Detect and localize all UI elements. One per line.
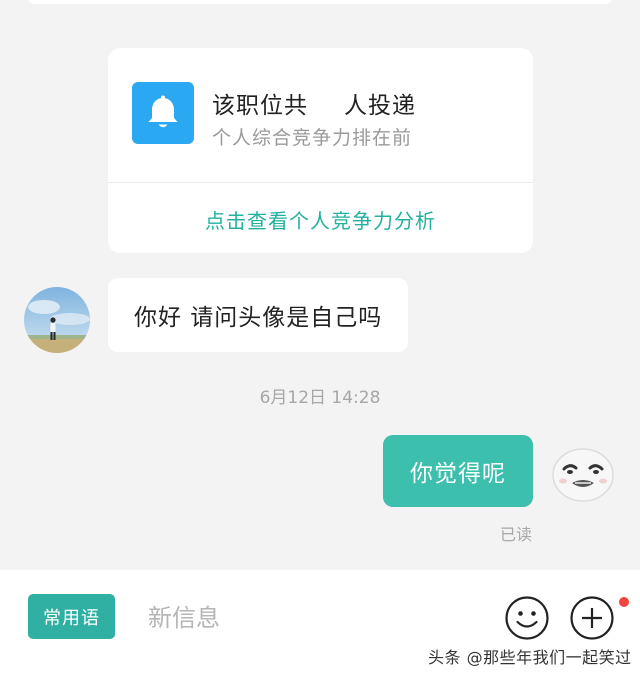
message-input[interactable] <box>146 596 450 640</box>
card-divider <box>108 182 533 183</box>
received-message-bubble[interactable]: 你好 请问头像是自己吗 <box>108 278 409 352</box>
user-avatar[interactable] <box>550 441 616 507</box>
message-timestamp: 6月12日 14:28 <box>259 388 381 408</box>
title-prefix: 该职位共 <box>212 93 308 119</box>
contact-avatar[interactable] <box>24 287 90 353</box>
competitiveness-rank-text: 个人综合竞争力排在前 <box>212 127 413 149</box>
common-phrases-button[interactable]: 常用语 <box>28 594 115 639</box>
sent-message-bubble[interactable]: 你觉得呢 <box>383 435 533 507</box>
plus-circle-icon[interactable] <box>569 595 615 641</box>
application-stats-card: 该职位共 人投递 个人综合竞争力排在前 点击查看个人竞争力分析 <box>108 48 533 253</box>
watermark-text: 头条 @那些年我们一起笑过 <box>428 648 632 667</box>
bell-icon <box>132 82 194 144</box>
applicant-count-title: 该职位共 人投递 <box>212 86 416 120</box>
title-suffix: 人投递 <box>344 93 416 119</box>
notification-dot <box>619 597 629 607</box>
previous-message-card <box>26 0 614 4</box>
view-competitiveness-link[interactable]: 点击查看个人竞争力分析 <box>108 205 533 234</box>
read-receipt: 已读 <box>500 525 533 544</box>
smiley-icon[interactable] <box>504 595 550 641</box>
